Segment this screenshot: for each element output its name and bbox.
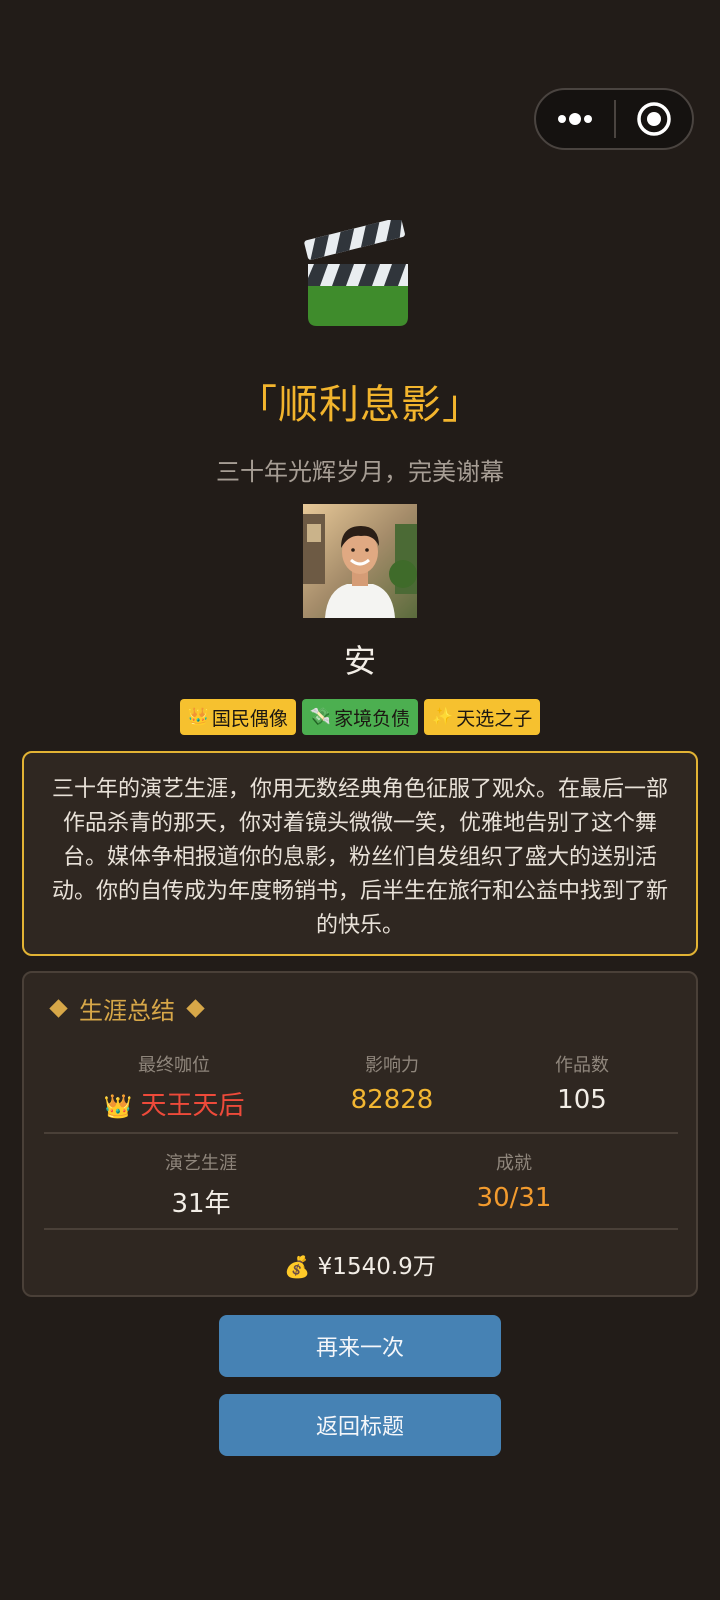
rank-value-text: 天王天后 bbox=[140, 1091, 245, 1121]
miniprogram-capsule bbox=[534, 88, 694, 150]
works-value: 105 bbox=[557, 1085, 607, 1115]
crown-icon: 👑 bbox=[187, 707, 209, 727]
more-dots-icon bbox=[558, 113, 592, 125]
trait-tag-label: 国民偶像 bbox=[211, 707, 288, 730]
more-menu-button[interactable] bbox=[536, 90, 614, 148]
trait-tag: 👑 国民偶像 bbox=[179, 699, 296, 735]
diamond-icon bbox=[49, 999, 68, 1018]
target-close-icon bbox=[637, 102, 671, 136]
sparkles-icon: ✨ bbox=[432, 707, 454, 727]
money-bag-icon: 💰 bbox=[284, 1255, 311, 1279]
trait-tag: 💸 家境负债 bbox=[301, 699, 419, 735]
rank-value: 👑 天王天后 bbox=[64, 1085, 284, 1122]
ending-story: 三十年的演艺生涯，你用无数经典角色征服了观众。在最后一部作品杀青的那天，你对着镜… bbox=[22, 751, 698, 956]
money-value: 💰 ¥1540.9万 bbox=[24, 1247, 696, 1281]
ending-title: 「顺利息影」 bbox=[237, 382, 483, 428]
diamond-icon bbox=[186, 999, 205, 1018]
trait-tag-label: 家境负债 bbox=[334, 707, 411, 730]
close-miniprogram-button[interactable] bbox=[616, 90, 692, 148]
influence-label: 影响力 bbox=[365, 1055, 419, 1076]
ending-subtitle: 三十年光辉岁月，完美谢幕 bbox=[216, 458, 504, 486]
influence-value: 82828 bbox=[350, 1085, 434, 1115]
divider bbox=[44, 1132, 678, 1134]
avatar-image bbox=[303, 504, 417, 618]
crown-icon: 👑 bbox=[103, 1094, 133, 1120]
avatar bbox=[303, 504, 417, 618]
summary-title: 生涯总结 bbox=[79, 997, 175, 1025]
career-label: 演艺生涯 bbox=[165, 1153, 237, 1174]
trait-tags: 👑 国民偶像 💸 家境负债 ✨ 天选之子 bbox=[0, 699, 720, 735]
player-name: 安 bbox=[343, 642, 376, 680]
divider bbox=[44, 1228, 678, 1230]
ending-screen: 「顺利息影」 三十年光辉岁月，完美谢幕 安 👑 国民偶像 💸 家境负债 ✨ 天选… bbox=[0, 0, 720, 1600]
retry-button[interactable]: 再来一次 bbox=[219, 1315, 501, 1377]
trait-tag: ✨ 天选之子 bbox=[424, 699, 541, 735]
summary-header: 生涯总结 bbox=[48, 991, 206, 1026]
back-to-title-button[interactable]: 返回标题 bbox=[219, 1394, 501, 1456]
rank-label: 最终咖位 bbox=[138, 1055, 210, 1076]
achievements-label: 成就 bbox=[496, 1153, 532, 1174]
career-value: 31年 bbox=[171, 1189, 231, 1219]
achievements-value: 30/31 bbox=[476, 1183, 552, 1213]
clapperboard-icon bbox=[304, 220, 408, 326]
money-value-text: ¥1540.9万 bbox=[317, 1254, 436, 1280]
works-label: 作品数 bbox=[555, 1055, 609, 1076]
career-summary-card: 生涯总结 最终咖位 👑 天王天后 影响力 82828 作品数 105 演艺生涯 … bbox=[22, 971, 698, 1297]
money-wings-icon: 💸 bbox=[309, 707, 332, 727]
trait-tag-label: 天选之子 bbox=[456, 707, 533, 730]
